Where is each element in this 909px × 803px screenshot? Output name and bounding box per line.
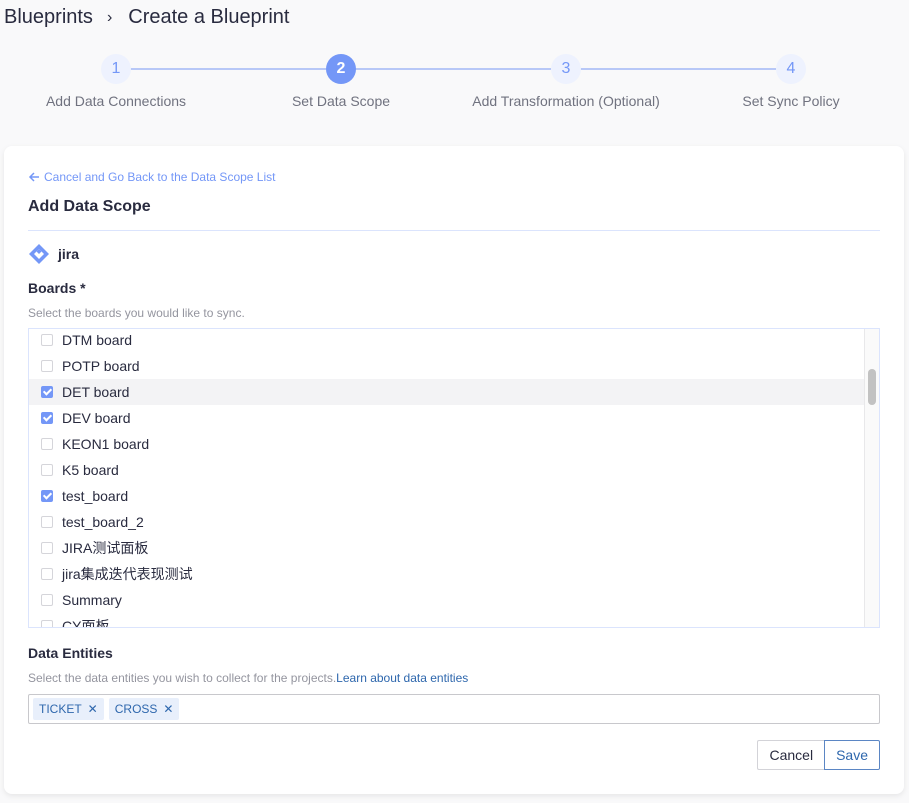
board-checkbox[interactable] — [41, 594, 53, 606]
plugin-header: jira — [28, 243, 79, 265]
tag-label: TICKET — [39, 702, 82, 716]
entity-tag-ticket: TICKET ✕ — [33, 698, 104, 720]
board-name: POTP board — [62, 358, 140, 374]
board-option[interactable]: test_board_2 — [29, 509, 865, 535]
board-checkbox[interactable] — [41, 334, 53, 346]
entities-hint: Select the data entities you wish to col… — [28, 671, 468, 685]
board-option[interactable]: K5 board — [29, 457, 865, 483]
step-label: Set Sync Policy — [742, 93, 840, 109]
data-scope-card: Cancel and Go Back to the Data Scope Lis… — [4, 146, 904, 794]
jira-logo-icon — [29, 244, 49, 264]
close-icon[interactable]: ✕ — [88, 702, 98, 716]
tag-label: CROSS — [114, 702, 158, 716]
board-option[interactable]: CY面板 — [29, 613, 865, 628]
board-option[interactable]: POTP board — [29, 353, 865, 379]
board-checkbox[interactable] — [41, 620, 53, 627]
board-name: test_board_2 — [62, 514, 144, 530]
step-number: 1 — [101, 54, 131, 84]
card-title: Add Data Scope — [28, 198, 151, 215]
step-4: 4 Set Sync Policy — [691, 54, 891, 109]
scrollbar-thumb[interactable] — [868, 369, 876, 405]
board-checkbox[interactable] — [41, 490, 53, 502]
board-checkbox[interactable] — [41, 568, 53, 580]
board-name: Summary — [62, 592, 122, 608]
board-checkbox[interactable] — [41, 438, 53, 450]
board-option[interactable]: DEV board — [29, 405, 865, 431]
step-2: 2 Set Data Scope — [241, 54, 441, 109]
board-name: KEON1 board — [62, 436, 150, 452]
scrollbar[interactable] — [864, 329, 879, 627]
board-option[interactable]: Summary — [29, 587, 865, 613]
step-number: 3 — [551, 54, 581, 84]
step-label: Set Data Scope — [291, 93, 391, 109]
entities-multiselect[interactable]: TICKET ✕ CROSS ✕ — [28, 694, 880, 724]
divider — [28, 230, 880, 231]
breadcrumb-root[interactable]: Blueprints — [4, 6, 93, 29]
step-3: 3 Add Transformation (Optional) — [466, 54, 666, 109]
board-name: K5 board — [62, 462, 119, 478]
board-option[interactable]: DET board — [29, 379, 865, 405]
board-name: CY面板 — [62, 618, 110, 628]
page-title: Create a Blueprint — [128, 6, 290, 28]
cancel-button[interactable]: Cancel — [757, 740, 825, 770]
board-name: DEV board — [62, 410, 131, 426]
step-label: Add Transformation (Optional) — [472, 93, 660, 109]
board-checkbox[interactable] — [41, 360, 53, 372]
breadcrumb: Blueprints › Create a Blueprint — [4, 6, 289, 29]
board-name: DTM board — [62, 332, 133, 348]
step-1: 1 Add Data Connections — [16, 54, 216, 109]
board-option[interactable]: DTM board — [29, 329, 865, 353]
board-name: JIRA测试面板 — [62, 540, 149, 556]
entities-hint-text: Select the data entities you wish to col… — [28, 671, 337, 685]
board-option[interactable]: test_board — [29, 483, 865, 509]
save-button[interactable]: Save — [824, 740, 880, 770]
entity-tag-cross: CROSS ✕ — [108, 698, 180, 720]
arrow-left-icon — [28, 172, 39, 182]
board-checkbox[interactable] — [41, 464, 53, 476]
plugin-name: jira — [58, 246, 80, 262]
step-label: Add Data Connections — [45, 93, 187, 109]
board-checkbox[interactable] — [41, 386, 53, 398]
boards-hint: Select the boards you would like to sync… — [28, 306, 245, 320]
boards-items: DTM board POTP board DET board DEV board KEO… — [29, 329, 865, 628]
action-buttons: Cancel Save — [757, 740, 880, 770]
board-option[interactable]: KEON1 board — [29, 431, 865, 457]
board-checkbox[interactable] — [41, 516, 53, 528]
board-option[interactable]: jira集成迭代表现测试 — [29, 561, 865, 587]
board-checkbox[interactable] — [41, 412, 53, 424]
back-to-scope-list-link[interactable]: Cancel and Go Back to the Data Scope Lis… — [28, 170, 275, 184]
step-number: 4 — [776, 54, 806, 84]
entities-label: Data Entities — [28, 645, 113, 661]
step-number: 2 — [326, 54, 356, 84]
close-icon[interactable]: ✕ — [163, 702, 173, 716]
learn-about-entities-link[interactable]: Learn about data entities — [336, 671, 468, 685]
chevron-right-icon: › — [106, 8, 113, 26]
stepper: 1 Add Data Connections 2 Set Data Scope … — [0, 54, 909, 114]
back-link-text: Cancel and Go Back to the Data Scope Lis… — [44, 170, 276, 184]
boards-list: DTM board POTP board DET board DEV board KEO… — [28, 328, 880, 628]
board-checkbox[interactable] — [41, 542, 53, 554]
board-name: jira集成迭代表现测试 — [62, 566, 193, 582]
boards-label: Boards * — [28, 280, 86, 296]
board-name: DET board — [62, 384, 130, 400]
board-name: test_board — [62, 488, 129, 504]
board-option[interactable]: JIRA测试面板 — [29, 535, 865, 561]
